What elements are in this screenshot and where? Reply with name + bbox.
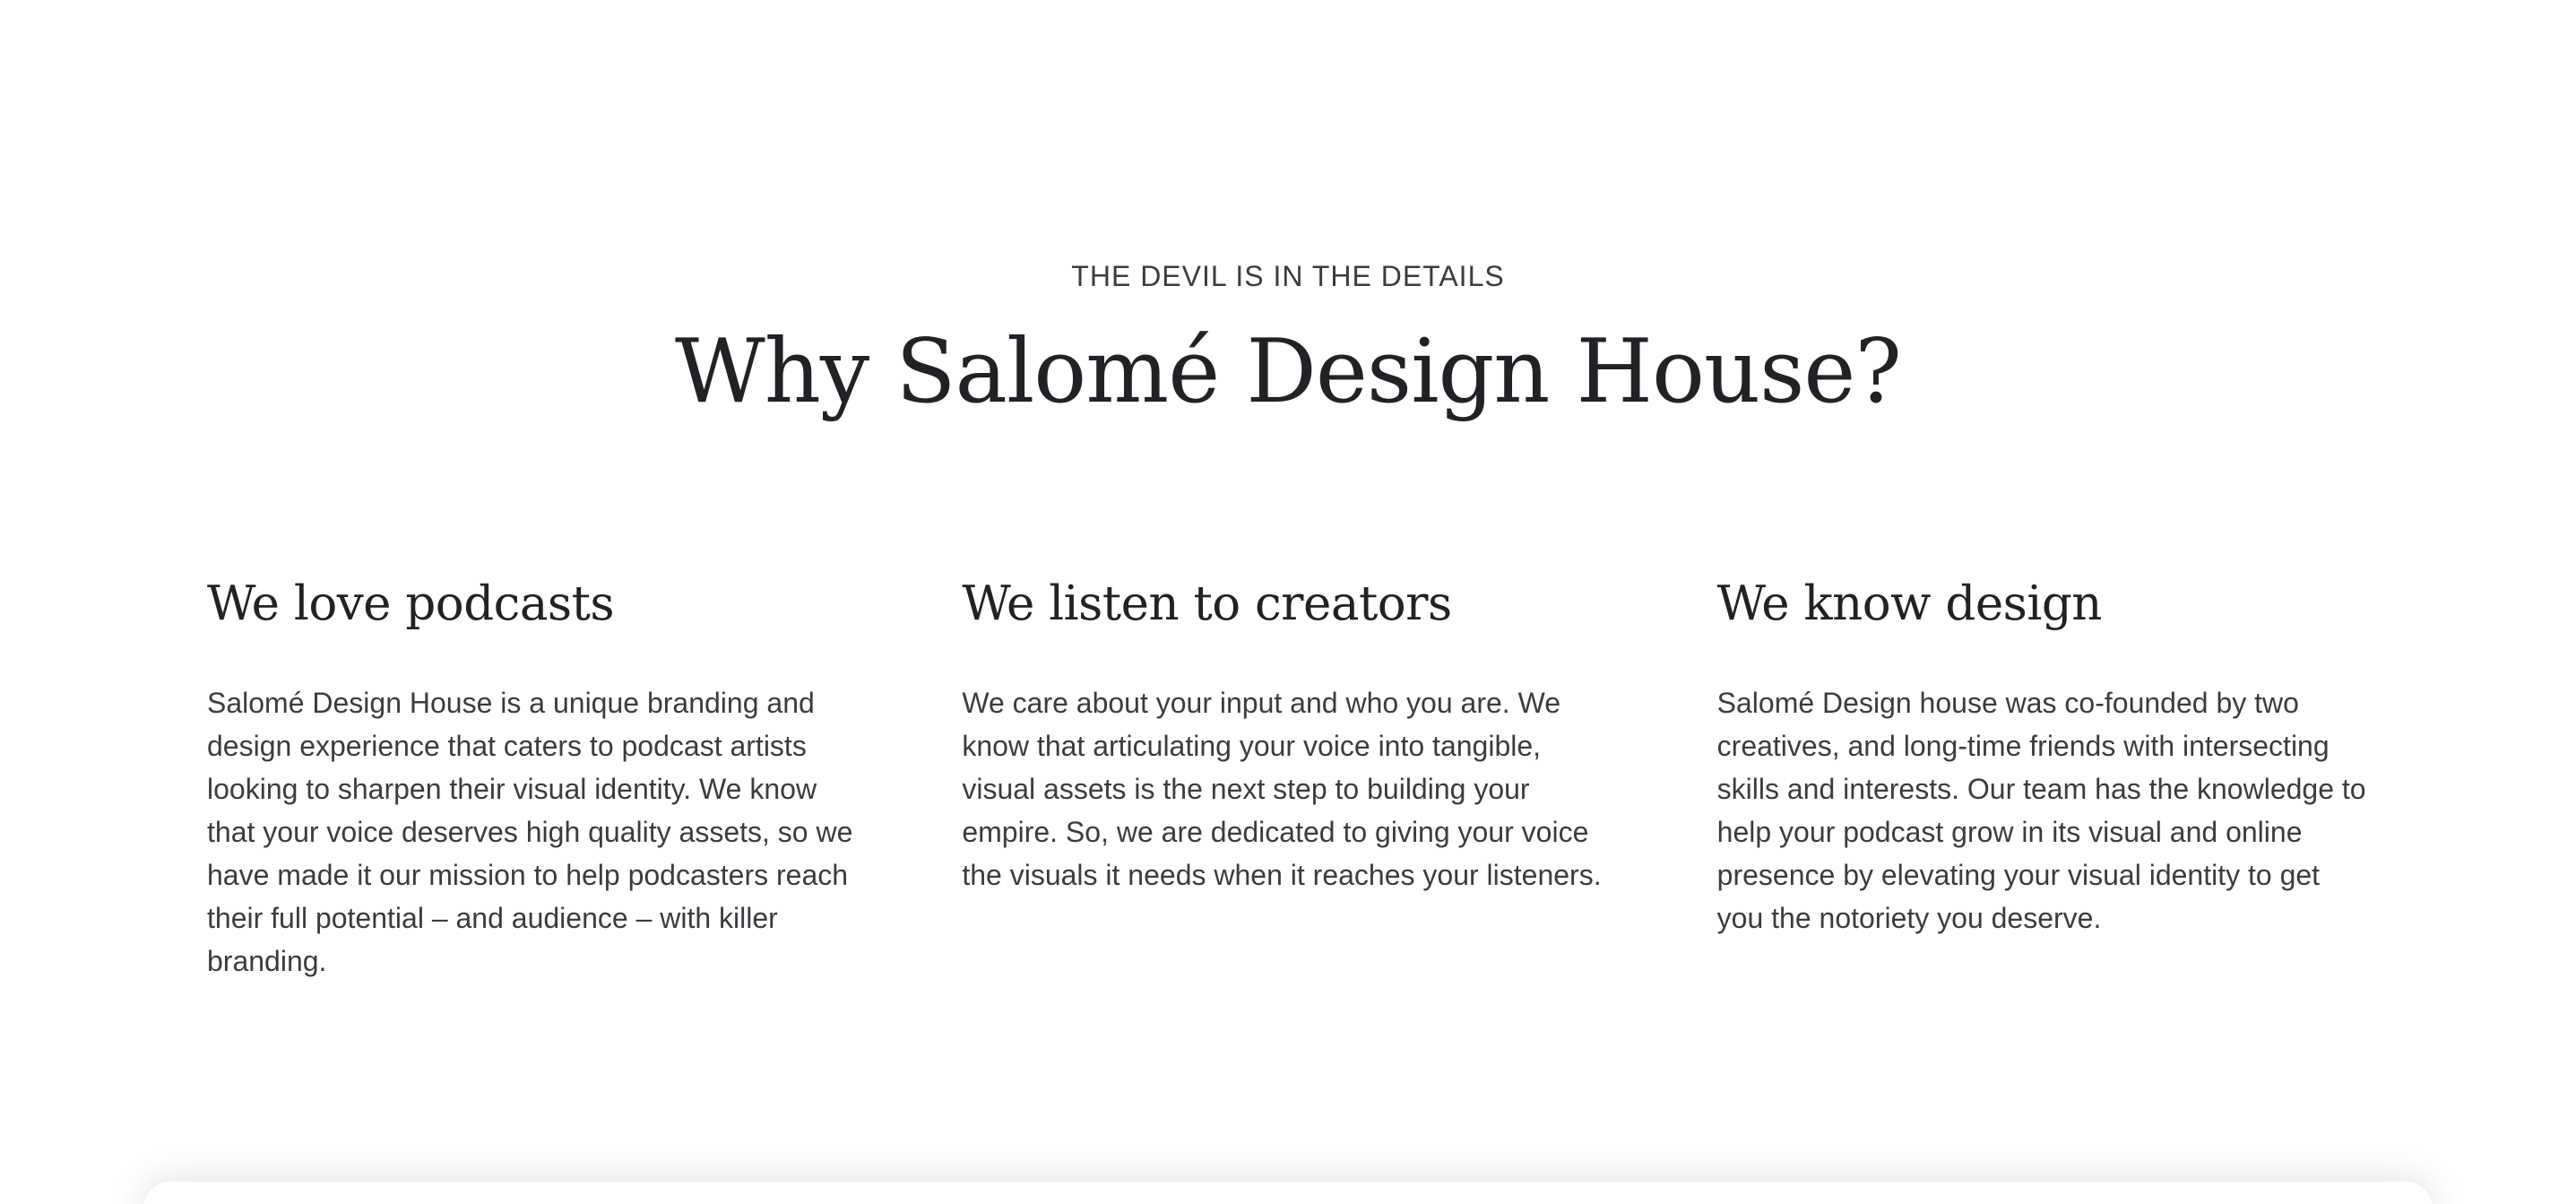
feature-description: Salomé Design house was co-founded by tw… bbox=[1716, 687, 2366, 934]
next-section-card-edge bbox=[143, 1182, 2433, 1204]
feature-title: We love podcasts bbox=[207, 576, 615, 631]
feature-design: We know design Salomé Design house was c… bbox=[1717, 567, 2376, 983]
section-eyebrow: THE DEVIL IS IN THE DETAILS bbox=[1071, 260, 1505, 292]
feature-creators: We listen to creators We care about your… bbox=[962, 567, 1621, 983]
features-row: We love podcasts Salomé Design House is … bbox=[207, 567, 2376, 983]
feature-title: We listen to creators bbox=[962, 576, 1452, 631]
feature-description: We care about your input and who you are… bbox=[962, 687, 1602, 891]
section-title: Why Salomé Design House? bbox=[675, 321, 1902, 423]
feature-podcasts: We love podcasts Salomé Design House is … bbox=[207, 567, 866, 983]
feature-title: We know design bbox=[1716, 576, 2103, 631]
feature-description: Salomé Design House is a unique branding… bbox=[207, 687, 853, 977]
